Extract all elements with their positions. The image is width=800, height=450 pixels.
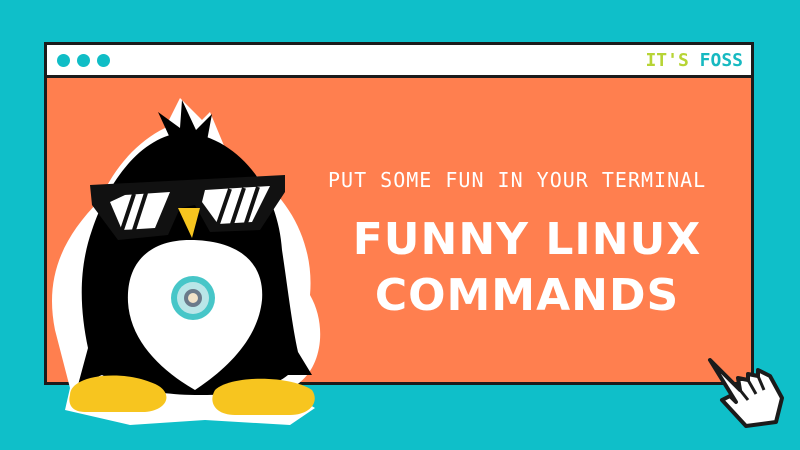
headline-line-1: FUNNY LINUX: [352, 214, 702, 265]
window-titlebar: IT'S FOSS: [47, 45, 751, 78]
headline: FUNNY LINUX COMMANDS: [312, 212, 742, 324]
titlebar-dot-1[interactable]: [57, 54, 70, 67]
titlebar-dot-3[interactable]: [97, 54, 110, 67]
pointing-hand-cursor-icon: [708, 358, 784, 428]
brand-its: IT'S: [645, 50, 689, 71]
titlebar-dot-2[interactable]: [77, 54, 90, 67]
tagline: PUT SOME FUN IN YOUR TERMINAL: [328, 168, 707, 192]
gear-logo-icon: [171, 276, 215, 320]
brand-logo: IT'S FOSS: [645, 50, 743, 71]
headline-line-2: COMMANDS: [374, 270, 680, 321]
penguin-mascot-icon: [52, 98, 321, 425]
brand-foss: FOSS: [699, 50, 743, 71]
